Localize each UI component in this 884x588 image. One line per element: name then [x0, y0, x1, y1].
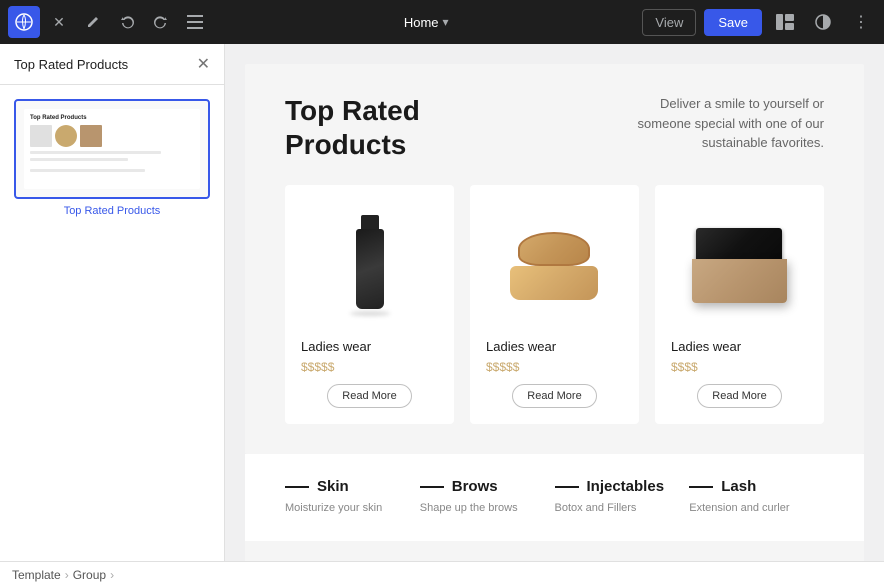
top-rated-section: Top RatedProducts Deliver a smile to you… — [245, 64, 864, 454]
product-image-area-3 — [671, 205, 808, 325]
category-header-skin: Skin — [285, 478, 420, 495]
thumb-line-2 — [30, 158, 128, 161]
product-card-1: Ladies wear $$$$$ Read More — [285, 185, 454, 424]
category-desc-skin: Moisturize your skin — [285, 501, 420, 516]
product-name-1: Ladies wear — [301, 339, 371, 354]
pen-button[interactable] — [78, 7, 108, 37]
product-price-1: $$$$$ — [301, 360, 334, 374]
thumb-product-2 — [55, 125, 77, 147]
view-button[interactable]: View — [642, 9, 696, 36]
category-header-brows: Brows — [420, 478, 555, 495]
toolbar-left: ✕ — [8, 6, 210, 38]
section-description: Deliver a smile to yourself or someone s… — [624, 94, 824, 153]
category-item-lash: Lash Extension and curler — [689, 478, 824, 516]
home-link[interactable]: Home ▾ — [404, 15, 449, 30]
category-item-injectables: Injectables Botox and Fillers — [555, 478, 690, 516]
category-item-brows: Brows Shape up the brows — [420, 478, 555, 516]
thumb-row — [30, 125, 194, 147]
redo-button[interactable] — [146, 7, 176, 37]
categories-section: Skin Moisturize your skin Brows Shape up… — [245, 454, 864, 540]
category-desc-lash: Extension and curler — [689, 501, 824, 516]
toolbar: ✕ Home ▾ View Save — [0, 0, 884, 44]
category-name-injectables: Injectables — [587, 478, 665, 495]
product-card-2: Ladies wear $$$$$ Read More — [470, 185, 639, 424]
thumb-product-3 — [80, 125, 102, 147]
category-line-skin — [285, 486, 309, 488]
product-image-area-2 — [486, 205, 623, 325]
read-more-button-1[interactable]: Read More — [327, 384, 411, 408]
breadcrumb-sep-1: › — [65, 568, 69, 582]
thumb-line-3 — [30, 169, 145, 172]
breadcrumb-sep-2: › — [110, 568, 114, 582]
product-name-2: Ladies wear — [486, 339, 556, 354]
read-more-button-3[interactable]: Read More — [697, 384, 781, 408]
featured-section: Our FeaturedProducts Brighten your compl… — [245, 541, 864, 561]
category-line-injectables — [555, 486, 579, 488]
category-header-lash: Lash — [689, 478, 824, 495]
category-line-lash — [689, 486, 713, 488]
main-layout: Top Rated Products ✕ Top Rated Products … — [0, 44, 884, 561]
product-card-3: Ladies wear $$$$ Read More — [655, 185, 824, 424]
more-options-icon[interactable]: ⋮ — [846, 7, 876, 37]
sidebar-content: Top Rated Products Top Rated Products — [0, 85, 224, 561]
category-line-brows — [420, 486, 444, 488]
close-button[interactable]: ✕ — [44, 7, 74, 37]
section-header: Top RatedProducts Deliver a smile to you… — [285, 94, 824, 161]
category-desc-injectables: Botox and Fillers — [555, 501, 690, 516]
toolbar-center: Home ▾ — [404, 15, 449, 30]
category-name-lash: Lash — [721, 478, 756, 495]
category-item-skin: Skin Moisturize your skin — [285, 478, 420, 516]
wordpress-icon[interactable] — [8, 6, 40, 38]
sidebar-title: Top Rated Products — [14, 57, 128, 72]
section-title: Top RatedProducts — [285, 94, 420, 161]
template-label: Top Rated Products — [14, 205, 210, 217]
product-image-area-1 — [301, 205, 438, 325]
template-thumbnail[interactable]: Top Rated Products — [14, 99, 210, 199]
product-name-3: Ladies wear — [671, 339, 741, 354]
layout-icon[interactable] — [770, 7, 800, 37]
category-name-skin: Skin — [317, 478, 349, 495]
list-button[interactable] — [180, 7, 210, 37]
breadcrumb-group[interactable]: Group — [73, 568, 106, 582]
read-more-button-2[interactable]: Read More — [512, 384, 596, 408]
category-desc-brows: Shape up the brows — [420, 501, 555, 516]
breadcrumb: Template › Group › — [0, 561, 884, 588]
undo-button[interactable] — [112, 7, 142, 37]
save-button[interactable]: Save — [704, 9, 762, 36]
canvas: Top RatedProducts Deliver a smile to you… — [225, 44, 884, 561]
thumb-inner: Top Rated Products — [24, 109, 200, 189]
toolbar-right: View Save ⋮ — [642, 7, 876, 37]
breadcrumb-template[interactable]: Template — [12, 568, 61, 582]
category-name-brows: Brows — [452, 478, 498, 495]
sidebar: Top Rated Products ✕ Top Rated Products … — [0, 44, 225, 561]
thumb-line-1 — [30, 151, 161, 154]
home-label: Home — [404, 15, 439, 30]
product-price-3: $$$$ — [671, 360, 698, 374]
contrast-icon[interactable] — [808, 7, 838, 37]
sidebar-header: Top Rated Products ✕ — [0, 44, 224, 85]
products-row: Ladies wear $$$$$ Read More Ladies wear … — [285, 185, 824, 424]
thumb-title: Top Rated Products — [30, 115, 194, 121]
category-header-injectables: Injectables — [555, 478, 690, 495]
thumb-product-1 — [30, 125, 52, 147]
product-price-2: $$$$$ — [486, 360, 519, 374]
sidebar-close-button[interactable]: ✕ — [197, 54, 210, 74]
chevron-down-icon: ▾ — [443, 15, 449, 29]
